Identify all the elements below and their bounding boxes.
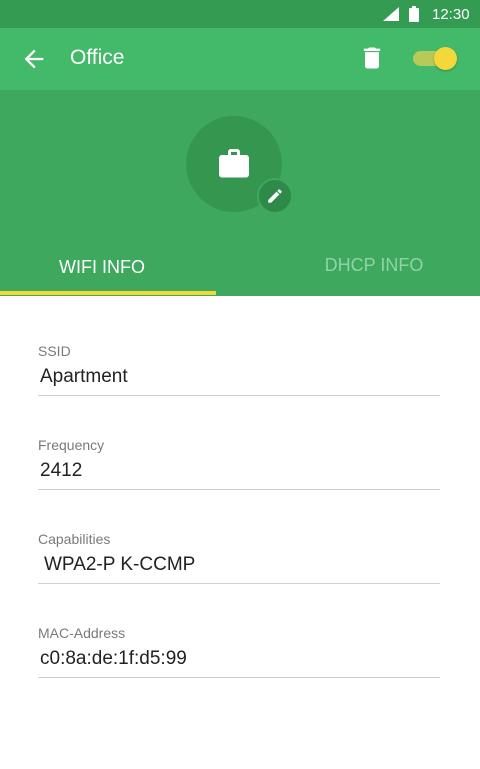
enable-toggle[interactable] [413,47,457,70]
wifi-info-panel: SSID Apartment Frequency 2412 Capabiliti… [0,296,480,769]
app-bar: Office [0,28,480,90]
ssid-field[interactable]: SSID Apartment [38,343,440,396]
status-time: 12:30 [432,6,470,23]
mac-address-value[interactable]: c0:8a:de:1f:d5:99 [38,648,440,678]
capabilities-field[interactable]: Capabilities WPA2-P K-CCMP [38,531,440,584]
field-label: Capabilities [38,531,111,547]
back-button[interactable] [20,45,48,73]
toggle-knob [434,47,457,70]
tab-wifi-info[interactable]: WIFI INFO [0,237,240,296]
ssid-value[interactable]: Apartment [38,366,440,396]
battery-icon [409,6,419,22]
frequency-value[interactable]: 2412 [38,460,440,490]
field-label: Frequency [38,437,105,453]
field-label: SSID [38,343,71,359]
pencil-icon [268,189,282,203]
briefcase-icon [219,149,249,178]
field-label: MAC-Address [38,625,126,641]
tab-indicator [0,291,216,295]
status-bar: 12:30 [0,0,480,28]
tab-dhcp-info[interactable]: DHCP INFO [240,237,480,296]
tab-bar: WIFI INFO DHCP INFO [0,237,480,296]
capabilities-value[interactable]: WPA2-P K-CCMP [38,554,440,584]
trash-icon [363,47,381,69]
profile-header [0,90,480,237]
frequency-field[interactable]: Frequency 2412 [38,437,440,490]
edit-avatar-button[interactable] [257,178,293,214]
tab-label: DHCP INFO [324,255,424,275]
arrow-left-icon [24,49,44,69]
tab-label: WIFI INFO [59,257,145,277]
page-title: Office [70,46,125,69]
signal-icon [383,7,399,21]
mac-address-field[interactable]: MAC-Address c0:8a:de:1f:d5:99 [38,625,440,678]
delete-button[interactable] [358,43,386,73]
